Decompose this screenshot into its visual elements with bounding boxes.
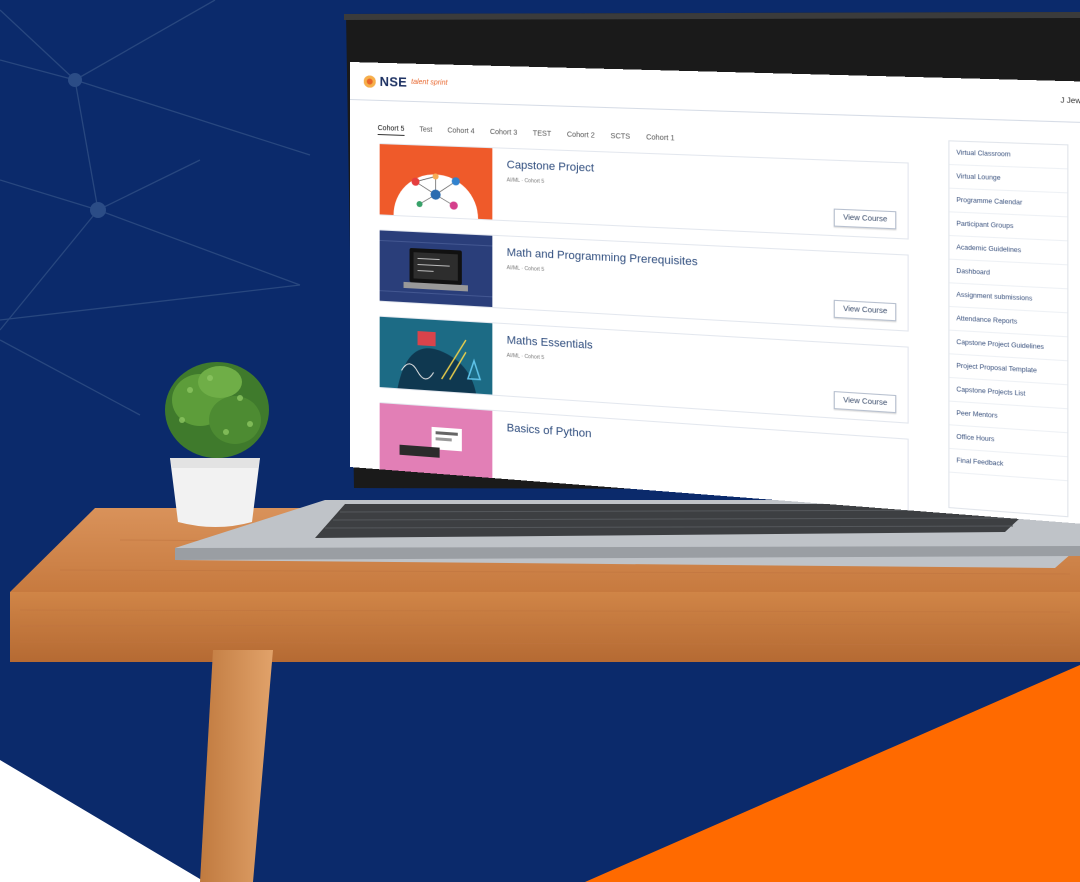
course-card[interactable]: Capstone Project AI/ML · Cohort 5 View C… xyxy=(379,143,909,240)
course-thumbnail xyxy=(379,403,493,483)
tab-test[interactable]: Test xyxy=(419,126,432,137)
course-title[interactable]: Basics of Python xyxy=(507,422,592,440)
app-screen: NSE talent sprint J Jewell ▾ Cohort 5 Te… xyxy=(350,62,1080,527)
course-subtitle: AI/ML · Cohort 5 xyxy=(506,177,545,185)
course-title[interactable]: Capstone Project xyxy=(507,159,594,175)
tab-cohort-2[interactable]: Cohort 2 xyxy=(567,131,595,142)
course-subtitle: AI/ML · Cohort 5 xyxy=(506,352,545,362)
desk-leg xyxy=(200,650,273,882)
brand-logo[interactable]: NSE talent sprint xyxy=(363,73,448,91)
math-tools-icon xyxy=(379,316,493,395)
user-name: J Jewell xyxy=(1060,97,1080,106)
view-course-button[interactable]: View Course xyxy=(834,299,897,322)
logo-text: NSE xyxy=(379,73,408,90)
tab-test-caps[interactable]: TEST xyxy=(533,130,551,141)
nse-logo-icon xyxy=(363,74,376,88)
course-thumbnail xyxy=(379,144,493,220)
tab-cohort-4[interactable]: Cohort 4 xyxy=(447,127,474,138)
course-title[interactable]: Maths Essentials xyxy=(507,334,593,352)
tab-cohort-5[interactable]: Cohort 5 xyxy=(377,124,405,136)
hero-scene: NSE talent sprint J Jewell ▾ Cohort 5 Te… xyxy=(0,0,1080,882)
laptop-code-icon xyxy=(379,230,493,308)
cohort-tabs: Cohort 5 Test Cohort 4 Cohort 3 TEST Coh… xyxy=(377,124,675,146)
course-card[interactable]: Math and Programming Prerequisites AI/ML… xyxy=(379,229,909,332)
course-subtitle: AI/ML · Cohort 5 xyxy=(506,265,545,274)
view-course-button[interactable]: View Course xyxy=(834,208,897,230)
course-title[interactable]: Math and Programming Prerequisites xyxy=(507,247,698,269)
resources-sidebar: Virtual Classroom Virtual Lounge Program… xyxy=(948,140,1069,518)
tab-cohort-3[interactable]: Cohort 3 xyxy=(490,129,517,140)
course-thumbnail xyxy=(379,230,493,308)
logo-subtext: talent sprint xyxy=(411,78,448,87)
course-list: Capstone Project AI/ML · Cohort 5 View C… xyxy=(379,143,909,527)
user-menu[interactable]: J Jewell ▾ xyxy=(1060,96,1080,107)
course-thumbnail xyxy=(379,316,493,395)
tab-cohort-1[interactable]: Cohort 1 xyxy=(646,134,675,145)
python-laptop-icon xyxy=(379,403,493,483)
view-course-button[interactable]: View Course xyxy=(834,391,897,414)
network-graph-icon xyxy=(379,144,493,220)
tab-scts[interactable]: SCTS xyxy=(611,133,631,144)
